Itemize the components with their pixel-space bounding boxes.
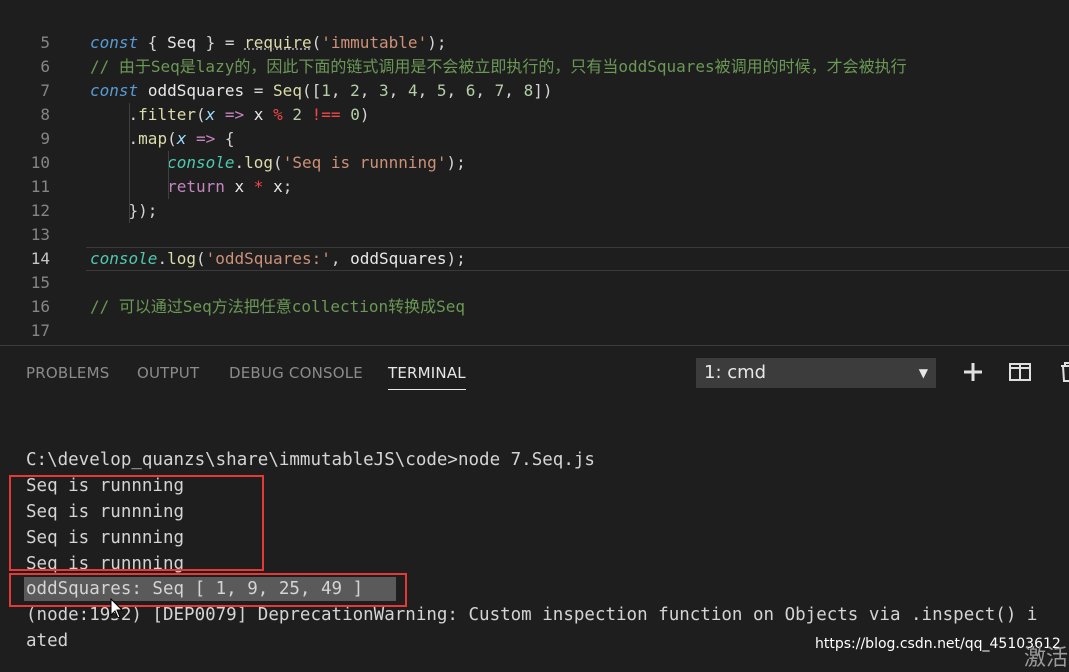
indent-guide [168,151,169,199]
code-text: .map(x => { [90,129,235,148]
tab-problems[interactable]: PROBLEMS [26,364,109,382]
code-text: .filter(x => x % 2 !== 0) [90,105,370,124]
code-text: console.log('Seq is runnning'); [167,153,466,172]
annotation-box-result [9,573,407,607]
code-text: const oddSquares = Seq([1, 2, 3, 4, 5, 6… [90,81,553,100]
line-number: 7 [40,81,50,100]
code-line[interactable]: 13 [0,223,1069,247]
terminal-select-dropdown[interactable]: 1: cmd ▼ [696,358,936,388]
watermark-overlay-text: 激活 [1024,646,1069,671]
line-number: 12 [30,201,50,220]
terminal-select-value: 1: cmd [704,362,767,383]
code-text: // 由于Seq是lazy的，因此下面的链式调用是不会被立即执行的，只有当odd… [90,57,907,76]
indent-guide [129,103,130,223]
code-line[interactable]: 8 .filter(x => x % 2 !== 0) [0,103,1069,127]
code-line[interactable]: 16 // 可以通过Seq方法把任意collection转换成Seq [0,295,1069,319]
line-number: 6 [40,57,50,76]
code-line[interactable]: 15 [0,271,1069,295]
terminal-line-command: C:\develop_quanzs\share\immutableJS\code… [26,450,595,470]
plus-icon[interactable] [961,360,985,384]
line-number: 13 [30,225,50,244]
tab-terminal[interactable]: TERMINAL [388,364,466,390]
code-line[interactable]: 14 console.log('oddSquares:', oddSquares)… [0,247,1069,271]
line-number: 15 [30,273,50,292]
line-number: 17 [30,321,50,340]
trash-icon[interactable] [1056,360,1069,384]
terminal-line-warning-cont: ated [26,631,69,651]
line-number: 8 [40,105,50,124]
line-number: 10 [30,153,50,172]
code-line[interactable]: 17 [0,319,1069,343]
panel-tab-bar: PROBLEMS OUTPUT DEBUG CONSOLE TERMINAL 1… [0,346,1069,400]
code-text: const { Seq } = require('immutable'); [90,33,447,52]
tab-output[interactable]: OUTPUT [137,364,199,382]
code-line[interactable]: 10 console.log('Seq is runnning'); [0,151,1069,175]
code-editor[interactable]: 5 const { Seq } = require('immutable'); 6 /… [0,0,1069,345]
mouse-cursor-icon [110,598,124,619]
line-number: 16 [30,297,50,316]
code-line[interactable]: 5 const { Seq } = require('immutable'); [0,31,1069,55]
tab-debug-console[interactable]: DEBUG CONSOLE [229,364,363,382]
code-line[interactable]: 6 // 由于Seq是lazy的，因此下面的链式调用是不会被立即执行的，只有当od… [0,55,1069,79]
code-text: // 可以通过Seq方法把任意collection转换成Seq [90,297,466,316]
code-line[interactable]: 7 const oddSquares = Seq([1, 2, 3, 4, 5, … [0,79,1069,103]
code-line[interactable]: 11 return x * x; [0,175,1069,199]
chevron-down-icon: ▼ [918,366,928,380]
line-number: 11 [30,177,50,196]
code-text: console.log('oddSquares:', oddSquares); [90,249,466,268]
line-number: 5 [40,33,50,52]
terminal-output[interactable]: C:\develop_quanzs\share\immutableJS\code… [0,400,1069,663]
code-line[interactable]: 12 }); [0,199,1069,223]
line-number: 14 [30,249,50,268]
code-text: }); [90,201,158,220]
code-text: return x * x; [167,177,293,196]
annotation-box-logs [9,475,264,571]
split-panel-icon[interactable] [1008,360,1032,384]
code-line[interactable]: 9 .map(x => { [0,127,1069,151]
line-number: 9 [40,129,50,148]
